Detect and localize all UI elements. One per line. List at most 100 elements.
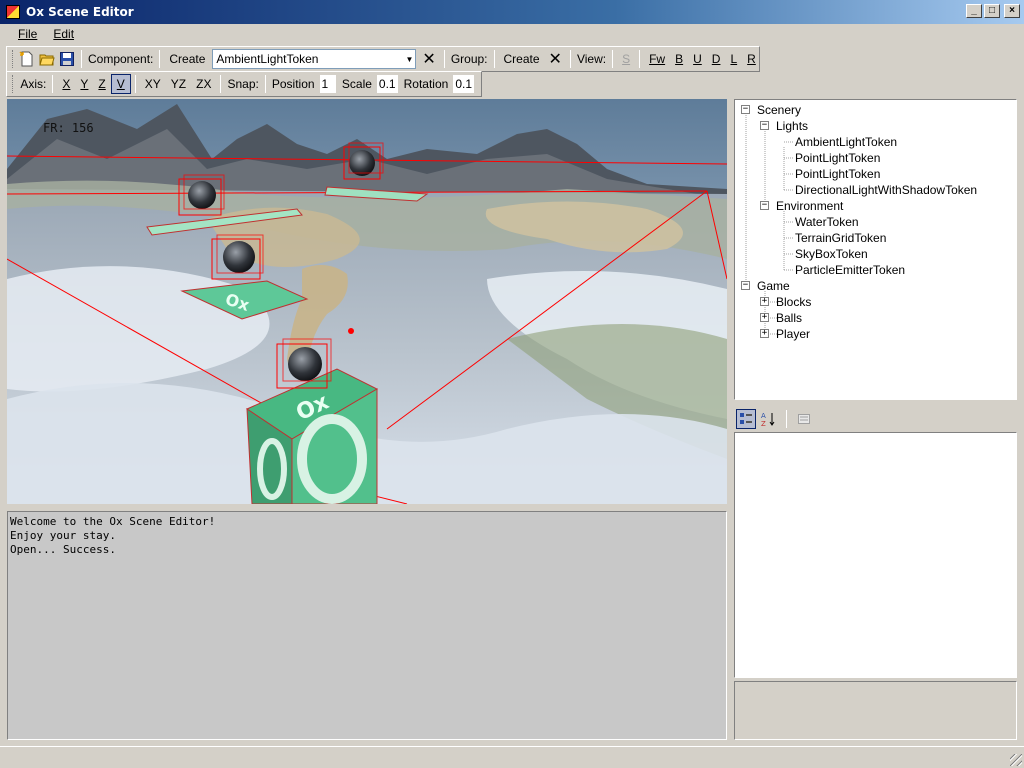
console-line: Enjoy your stay. xyxy=(10,529,116,542)
view-u-button[interactable]: U xyxy=(688,50,707,68)
collapse-icon[interactable]: − xyxy=(760,121,769,130)
axis-z-button[interactable]: Z xyxy=(93,75,110,93)
view-l-button[interactable]: L xyxy=(725,50,742,68)
console-line: Welcome to the Ox Scene Editor! xyxy=(10,515,216,528)
tree-item-light[interactable]: PointLightToken xyxy=(739,150,1012,166)
create-component-button[interactable]: Create xyxy=(164,50,210,68)
menu-file[interactable]: File xyxy=(10,25,45,43)
component-type-value: AmbientLightToken xyxy=(216,52,319,66)
create-group-button[interactable]: Create xyxy=(499,50,545,68)
collapse-icon[interactable]: − xyxy=(741,281,750,290)
axis-v-button[interactable]: V xyxy=(110,74,131,94)
tree-item-environment[interactable]: SkyBoxToken xyxy=(739,246,1012,262)
collapse-icon[interactable]: − xyxy=(741,105,750,114)
open-folder-icon[interactable] xyxy=(39,50,55,68)
toolbar-grip[interactable] xyxy=(12,75,14,93)
window-title: Ox Scene Editor xyxy=(26,5,134,19)
tree-item-environment[interactable]: ParticleEmitterToken xyxy=(739,262,1012,278)
delete-group-icon[interactable]: ✕ xyxy=(549,49,562,69)
chevron-down-icon[interactable]: ▼ xyxy=(403,50,415,68)
output-console[interactable]: Welcome to the Ox Scene Editor! Enjoy yo… xyxy=(7,511,727,740)
rotation-snap-input[interactable]: 0.1 xyxy=(452,74,475,94)
tree-node-player[interactable]: + Player xyxy=(739,326,1012,342)
tree-node-lights[interactable]: − Lights xyxy=(739,118,1012,134)
axis-yz-button[interactable]: YZ xyxy=(166,75,191,93)
rotation-label: Rotation xyxy=(403,77,449,91)
expand-icon[interactable]: + xyxy=(760,329,769,338)
toolbar-separator xyxy=(134,75,136,93)
toolbar-separator xyxy=(443,50,445,68)
property-grid-toolbar: AZ xyxy=(734,408,1017,430)
tree-node-environment[interactable]: − Environment xyxy=(739,198,1012,214)
cursor-marker xyxy=(348,328,354,334)
scale-label: Scale xyxy=(341,77,372,91)
close-button[interactable]: × xyxy=(1004,4,1020,18)
view-label: View: xyxy=(576,52,607,66)
toolbar-separator xyxy=(569,50,571,68)
toolbar-grip[interactable] xyxy=(12,50,13,68)
frame-rate-readout: FR: 156 xyxy=(43,121,94,135)
axis-zx-button[interactable]: ZX xyxy=(191,75,216,93)
view-fw-button[interactable]: Fw xyxy=(644,50,670,68)
tree-item-light[interactable]: AmbientLightToken xyxy=(739,134,1012,150)
tree-item-light[interactable]: PointLightToken xyxy=(739,166,1012,182)
view-r-button[interactable]: R xyxy=(742,50,761,68)
expand-icon[interactable]: + xyxy=(760,313,769,322)
position-label: Position xyxy=(271,77,315,91)
toolbar-separator xyxy=(639,50,641,68)
group-label: Group: xyxy=(450,52,488,66)
toolbar-separator xyxy=(264,75,266,93)
toolbar-separator xyxy=(52,75,54,93)
property-pages-icon[interactable] xyxy=(794,409,814,429)
save-disk-icon[interactable] xyxy=(59,50,75,68)
tree-item-light[interactable]: DirectionalLightWithShadowToken xyxy=(739,182,1012,198)
scene-render: Ox Ox xyxy=(7,99,727,504)
title-bar: Ox Scene Editor _ □ × xyxy=(0,0,1024,24)
resize-grip-icon[interactable] xyxy=(1010,754,1022,766)
status-bar xyxy=(0,746,1024,768)
property-description xyxy=(734,681,1017,740)
svg-text:Z: Z xyxy=(761,420,766,427)
svg-text:A: A xyxy=(761,412,766,420)
toolbar-separator xyxy=(220,75,222,93)
component-type-select[interactable]: AmbientLightToken ▼ xyxy=(212,49,417,69)
toolbar-separator xyxy=(786,410,787,428)
minimize-button[interactable]: _ xyxy=(966,4,982,18)
snap-label: Snap: xyxy=(227,77,259,91)
tree-node-balls[interactable]: + Balls xyxy=(739,310,1012,326)
component-label: Component: xyxy=(88,52,154,66)
sort-az-icon[interactable]: AZ xyxy=(759,409,779,429)
toolbar-separator xyxy=(612,50,614,68)
axis-y-button[interactable]: Y xyxy=(75,75,93,93)
new-file-icon[interactable] xyxy=(19,50,35,68)
maximize-button[interactable]: □ xyxy=(984,4,1000,18)
property-grid[interactable] xyxy=(734,432,1017,678)
tree-item-environment[interactable]: TerrainGridToken xyxy=(739,230,1012,246)
categorized-icon[interactable] xyxy=(736,409,756,429)
position-snap-input[interactable]: 1 xyxy=(318,74,337,94)
view-s-button[interactable]: S xyxy=(617,50,635,68)
axis-x-button[interactable]: X xyxy=(57,75,75,93)
axis-label: Axis: xyxy=(20,77,47,91)
console-line: Open... Success. xyxy=(10,543,116,556)
menu-bar: File Edit xyxy=(0,24,1024,44)
scale-snap-input[interactable]: 0.1 xyxy=(375,74,399,94)
scene-viewport[interactable]: Ox Ox FR: 156 xyxy=(7,99,727,504)
app-icon xyxy=(6,5,20,19)
tree-node-blocks[interactable]: + Blocks xyxy=(739,294,1012,310)
tree-item-environment[interactable]: WaterToken xyxy=(739,214,1012,230)
toolbar-separator xyxy=(159,50,161,68)
toolbar-separator xyxy=(493,50,495,68)
delete-component-icon[interactable]: ✕ xyxy=(422,49,435,69)
collapse-icon[interactable]: − xyxy=(760,201,769,210)
scene-tree[interactable]: − Scenery − Lights AmbientLightToken Poi… xyxy=(734,99,1017,400)
expand-icon[interactable]: + xyxy=(760,297,769,306)
menu-edit[interactable]: Edit xyxy=(45,25,82,43)
view-b-button[interactable]: B xyxy=(670,50,688,68)
tree-node-scenery[interactable]: − Scenery xyxy=(739,102,1012,118)
axis-xy-button[interactable]: XY xyxy=(140,75,166,93)
transform-toolbar: Axis: X Y Z V XY YZ ZX Snap: Position 1 … xyxy=(6,71,482,97)
view-d-button[interactable]: D xyxy=(707,50,726,68)
toolbar-separator xyxy=(81,50,82,68)
tree-node-game[interactable]: − Game xyxy=(739,278,1012,294)
